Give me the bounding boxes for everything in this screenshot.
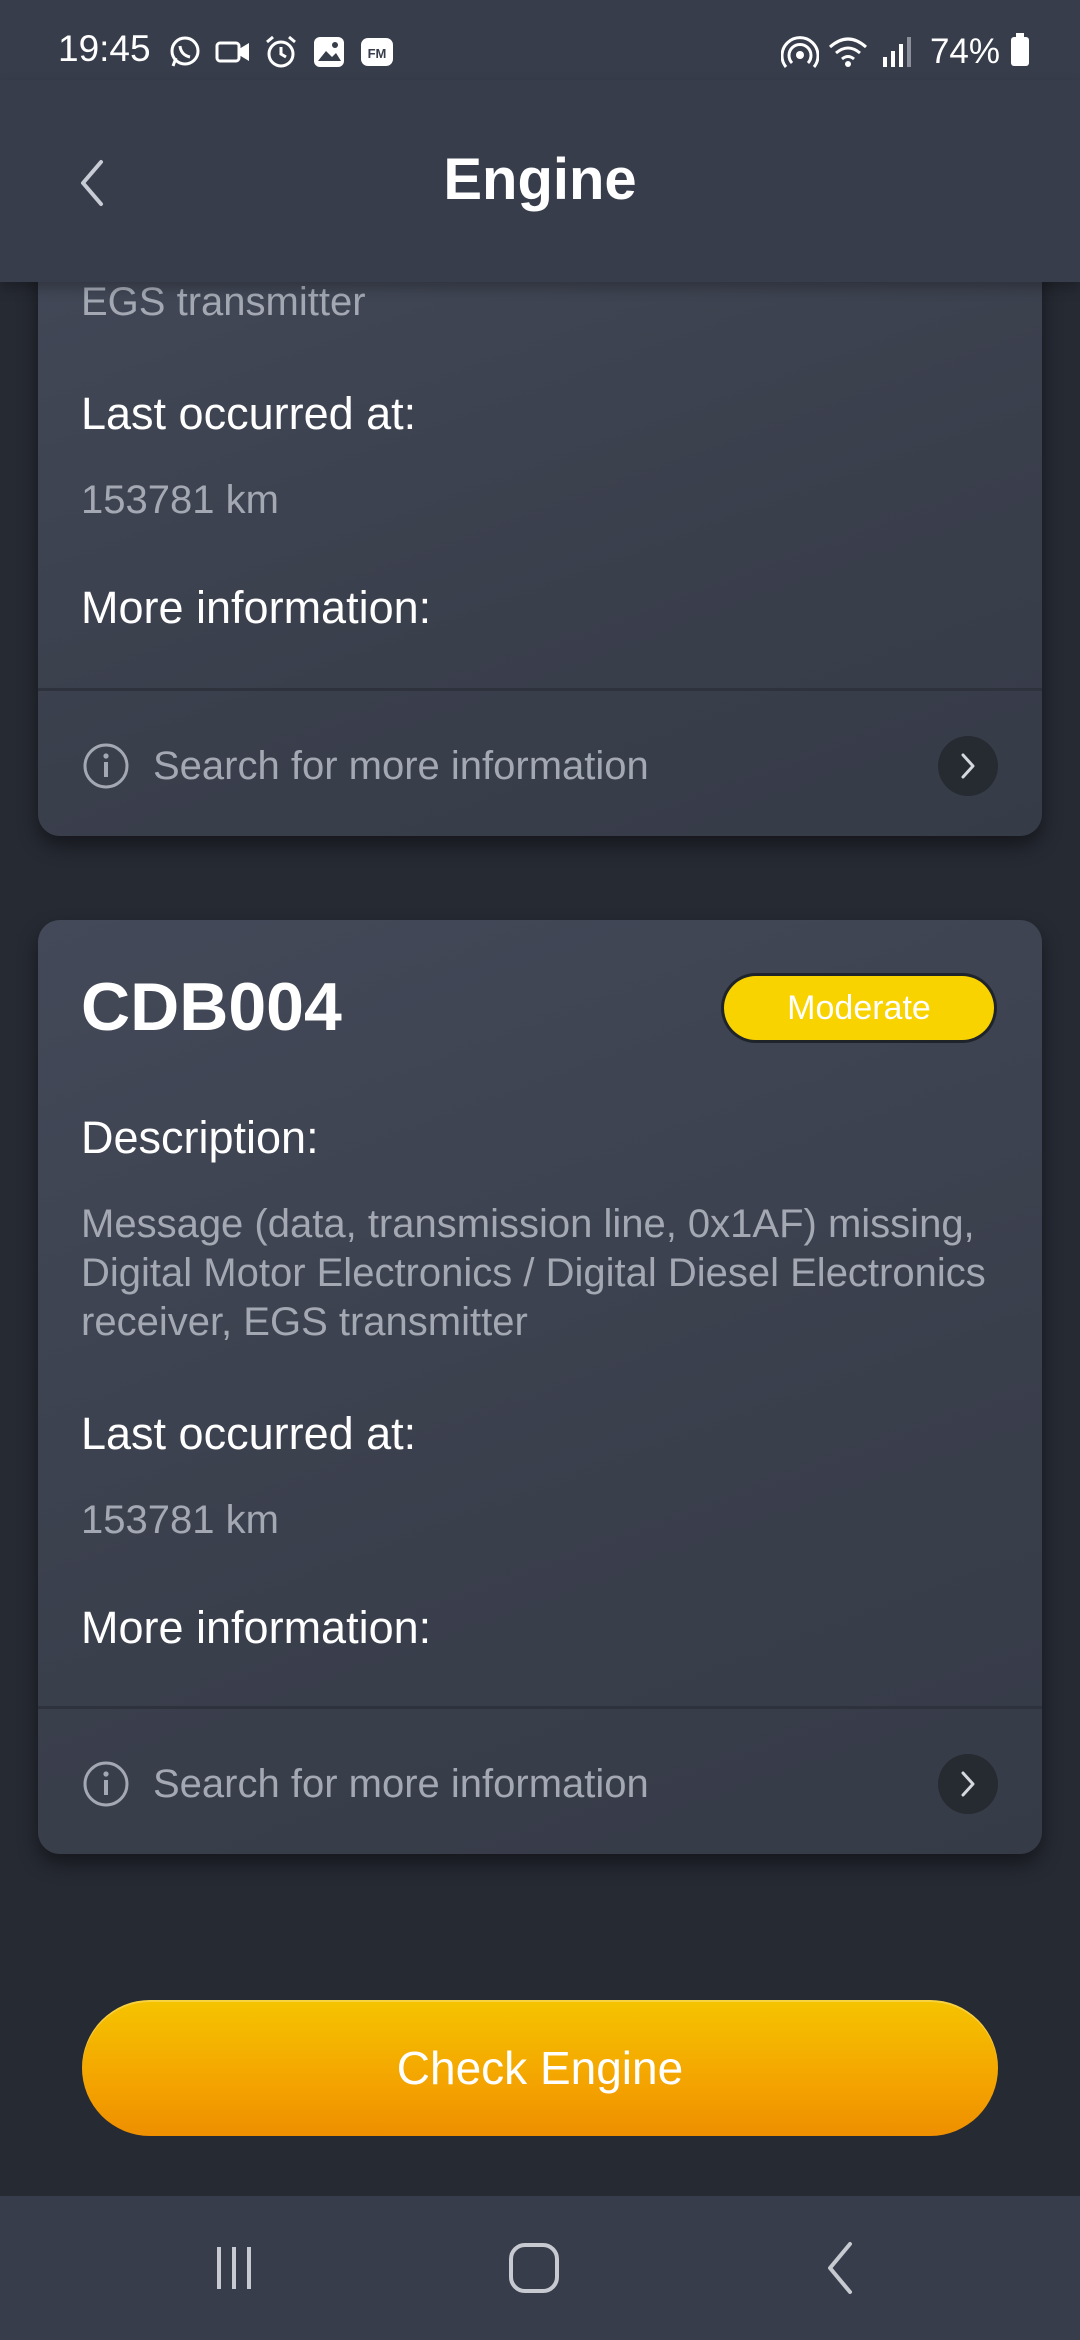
- wifi-icon: [828, 32, 868, 72]
- chevron-right-icon: [961, 1771, 975, 1797]
- severity-badge: Moderate: [724, 976, 994, 1040]
- description-text: Message (data, transmission line, 0x1AF)…: [81, 1202, 986, 1344]
- more-info-label: More information:: [81, 582, 432, 633]
- description-text: EGS transmitter: [81, 280, 366, 324]
- signal-icon: [876, 32, 916, 72]
- more-info-label: More information:: [81, 1602, 432, 1653]
- chevron-right-button[interactable]: [938, 1754, 998, 1814]
- search-more-info-label: Search for more information: [153, 1761, 649, 1806]
- last-occurred-label: Last occurred at:: [81, 388, 417, 439]
- system-icons: 74%: [772, 30, 1030, 74]
- recents-button[interactable]: [194, 2232, 274, 2304]
- fm-icon: FM: [358, 33, 396, 71]
- recents-icon: [217, 2247, 251, 2289]
- battery-percent: 74%: [929, 32, 1000, 71]
- hotspot-icon: [780, 32, 820, 72]
- home-button[interactable]: [494, 2232, 574, 2304]
- battery-icon: [1010, 32, 1030, 72]
- info-icon: [81, 741, 131, 791]
- svg-text:FM: FM: [368, 46, 387, 61]
- chevron-right-icon: [961, 753, 975, 779]
- home-icon: [509, 2243, 559, 2293]
- search-more-info-label: Search for more information: [153, 743, 649, 788]
- search-more-info-row[interactable]: Search for more information: [38, 691, 1042, 841]
- whatsapp-icon: [166, 33, 204, 71]
- chevron-right-button[interactable]: [938, 736, 998, 796]
- last-occurred-value: 153781 km: [81, 478, 279, 522]
- system-back-button[interactable]: [800, 2232, 880, 2304]
- notification-icons: FM: [166, 32, 406, 72]
- description-label: Description:: [81, 1112, 319, 1163]
- video-call-icon: [214, 33, 252, 71]
- search-more-info-row[interactable]: Search for more information: [38, 1709, 1042, 1859]
- page-title: Engine: [443, 147, 637, 212]
- check-engine-button[interactable]: Check Engine: [82, 2000, 998, 2136]
- status-time: 19:45: [58, 28, 151, 69]
- gallery-icon: [310, 33, 348, 71]
- alarm-icon: [262, 33, 300, 71]
- app-header: Engine: [0, 80, 1080, 282]
- status-bar: 19:45 FM 74%: [0, 0, 1080, 80]
- back-icon: [828, 2242, 852, 2294]
- last-occurred-value: 153781 km: [81, 1498, 279, 1542]
- system-nav-bar: [0, 2196, 1080, 2340]
- info-icon: [81, 1759, 131, 1809]
- last-occurred-label: Last occurred at:: [81, 1408, 417, 1459]
- fault-card: CDB004 Moderate Description: Message (da…: [38, 920, 1042, 1854]
